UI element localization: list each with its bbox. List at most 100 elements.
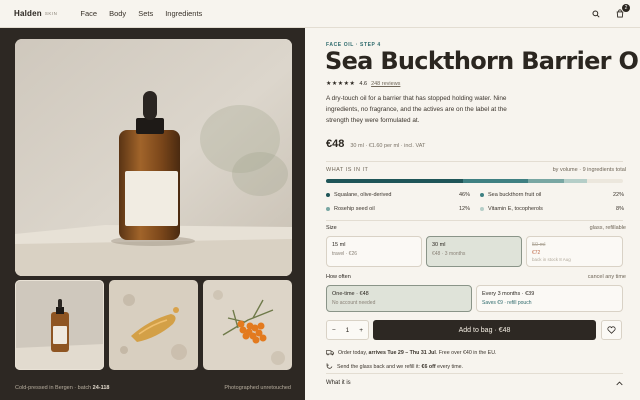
brand-logo[interactable]: Halden <box>14 9 42 18</box>
ingredient-dot <box>480 207 484 211</box>
photo-caption: Photographed unretouched <box>224 385 291 391</box>
chevron-up-icon <box>616 381 623 385</box>
refill-info: Send the glass back and we refill it: €6… <box>326 363 463 370</box>
brand-sub: SKIN <box>44 11 58 16</box>
divider <box>326 161 623 162</box>
frequency-option-label: One-time · €48 <box>332 291 369 297</box>
divider <box>326 220 623 221</box>
ingredient-dot <box>480 193 484 197</box>
thumbnail-2[interactable] <box>109 280 198 370</box>
ingredients-header: WHAT IS IN IT by volume · 9 ingredients … <box>326 167 626 173</box>
shipping-info: Order today, arrives Tue 29 – Thu 31 Jul… <box>326 350 497 356</box>
divider <box>326 373 623 374</box>
shipping-prefix: Order today, <box>338 350 369 356</box>
nav-item-body[interactable]: Body <box>109 9 126 18</box>
bar-segment-sea-buckthorn <box>462 179 528 183</box>
size-meta: glass, refillable <box>589 225 626 231</box>
nav-item-ingredients[interactable]: Ingredients <box>165 9 202 18</box>
product-title: Sea Buckthorn Barrier Oil <box>325 47 640 75</box>
refill-prefix: Send the glass back and we refill it: <box>337 363 422 370</box>
bar-segment-rosehip <box>527 179 564 183</box>
refill-discount: €6 off <box>421 363 436 370</box>
size-option-stock: back in stock 8 Aug <box>532 257 571 262</box>
product-description: A dry-touch oil for a barrier that has s… <box>326 95 507 124</box>
frequency-option-one-time[interactable]: One-time · €48 No account needed <box>326 285 472 312</box>
size-option-label: 15 ml <box>332 242 346 248</box>
ingredient-pct: 22% <box>612 192 624 198</box>
ingredient-pct: 46% <box>458 192 470 198</box>
ingredient-item: Squalane, olive-derived 46% <box>326 192 470 198</box>
ingredient-item: Rosehip seed oil 12% <box>326 206 470 212</box>
bar-segment-squalane <box>326 179 463 183</box>
batch-caption: Cold-pressed in Bergen · batch 24-118 <box>15 385 109 391</box>
nav-item-sets[interactable]: Sets <box>138 9 153 18</box>
ingredient-dot <box>326 193 330 197</box>
accordion-what-it-is[interactable]: What it is <box>326 380 623 386</box>
frequency-option-label: Every 3 months · €39 <box>482 291 535 297</box>
cart-count-badge: 2 <box>622 3 630 12</box>
product-gallery: Cold-pressed in Bergen · batch 24-118 Ph… <box>0 28 305 400</box>
price: €48 <box>326 138 345 150</box>
quantity-decrease-button[interactable]: − <box>332 327 336 334</box>
ingredient-name: Sea buckthorn fruit oil <box>488 192 542 198</box>
nav-item-face[interactable]: Face <box>80 9 97 18</box>
frequency-option-detail: Saves €9 · refill pouch <box>482 300 532 306</box>
ingredient-name: Vitamin E, tocopherols <box>488 206 543 212</box>
reviews-link[interactable]: 248 reviews <box>371 81 400 87</box>
size-option-label: 30 ml <box>432 242 446 248</box>
frequency-header: How often cancel any time <box>326 274 626 280</box>
refill-icon <box>326 363 333 369</box>
thumbnail-berries-photo <box>203 280 292 370</box>
heart-icon <box>607 326 616 334</box>
size-option-detail: €48 · 3 months <box>432 251 466 257</box>
hero-image[interactable] <box>15 39 292 276</box>
bar-segment-other <box>587 179 623 183</box>
bar-segment-vitamin-e <box>563 179 588 183</box>
ingredient-item: Sea buckthorn fruit oil 22% <box>480 192 624 198</box>
frequency-option-subscription[interactable]: Every 3 months · €39 Saves €9 · refill p… <box>476 285 623 312</box>
wishlist-button[interactable] <box>601 320 622 340</box>
size-option-15ml[interactable]: 15 ml travel · €26 <box>326 236 422 267</box>
size-option-price: €72 <box>532 250 541 256</box>
ingredient-name: Rosehip seed oil <box>334 206 375 212</box>
top-bar: Halden SKIN Face Body Sets Ingredients 2 <box>0 0 640 28</box>
shipping-suffix: . Free over €40 in the EU. <box>435 350 497 356</box>
accordion-label: What it is <box>326 380 351 386</box>
ingredient-pct: 12% <box>458 206 470 212</box>
thumbnail-texture-photo <box>109 280 198 370</box>
quantity-increase-button[interactable]: + <box>359 327 363 334</box>
ingredient-dot <box>326 207 330 211</box>
frequency-label: How often <box>326 274 351 280</box>
frequency-meta: cancel any time <box>587 274 626 280</box>
ingredient-pct: 8% <box>616 206 624 212</box>
size-option-detail: travel · €26 <box>332 251 358 257</box>
price-row: €48 30 ml · €1.60 per ml · incl. VAT <box>326 138 425 150</box>
rating-row: ★★★★★ 4.6 248 reviews <box>326 80 400 88</box>
product-panel: FACE OIL · STEP 4 Sea Buckthorn Barrier … <box>305 28 640 400</box>
batch-number: 24-118 <box>92 385 110 391</box>
refill-suffix: every time. <box>435 363 464 370</box>
thumbnail-1[interactable] <box>15 280 104 370</box>
shipping-dates: arrives Tue 29 – Thu 31 Jul <box>368 350 436 356</box>
size-header: Size glass, refillable <box>326 225 626 231</box>
ingredient-name: Squalane, olive-derived <box>334 192 392 198</box>
rating-stars: ★★★★★ <box>326 81 356 87</box>
main-nav: Face Body Sets Ingredients <box>80 9 202 18</box>
add-to-bag-button[interactable]: Add to bag · €48 <box>373 320 596 340</box>
size-label: Size <box>326 225 337 231</box>
thumbnail-3[interactable] <box>203 280 292 370</box>
search-button[interactable] <box>590 8 602 20</box>
quantity-stepper: − 1 + <box>326 320 369 340</box>
thumbnail-bottle-photo <box>15 280 104 370</box>
quantity-value[interactable]: 1 <box>346 327 350 334</box>
search-icon <box>592 9 600 18</box>
frequency-option-detail: No account needed <box>332 300 376 306</box>
hero-photo <box>15 39 292 276</box>
size-option-label: 50 ml <box>532 242 546 248</box>
bag-button[interactable]: 2 <box>614 3 630 20</box>
top-icons: 2 <box>590 3 630 20</box>
size-option-50ml[interactable]: 50 ml €72 back in stock 8 Aug <box>526 236 623 267</box>
ingredients-meta: by volume · 9 ingredients total <box>552 167 626 173</box>
size-option-30ml[interactable]: 30 ml €48 · 3 months <box>426 236 522 267</box>
price-unit: 30 ml · €1.60 per ml · incl. VAT <box>350 143 426 149</box>
